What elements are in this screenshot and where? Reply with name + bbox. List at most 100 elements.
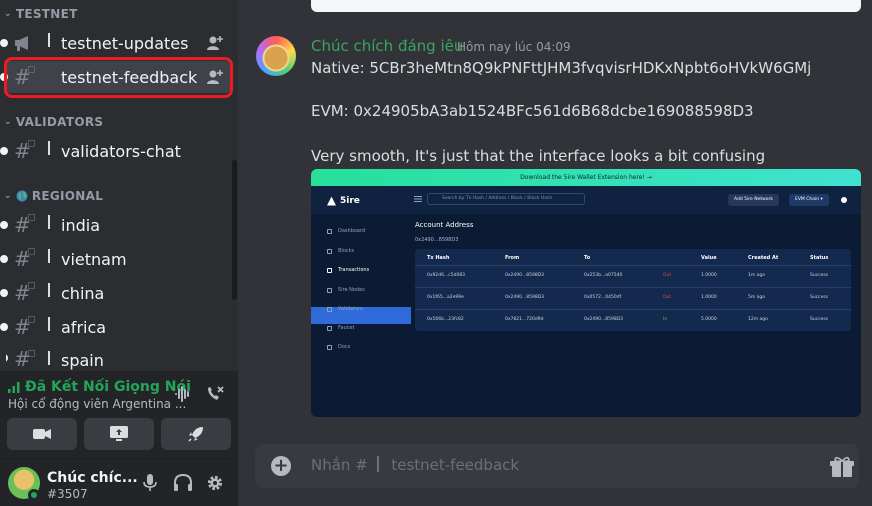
embed-chain-select: EVM Chain ▾ <box>789 194 829 206</box>
message-line-native: Native: 5CBr3heMtn8Q9kPNFttJHM3fvqvisrHD… <box>311 59 812 77</box>
activity-button[interactable] <box>161 418 231 450</box>
divider-bar <box>48 141 50 155</box>
signal-icon <box>8 382 20 393</box>
composer-placeholder[interactable]: Nhắn # testnet-feedback <box>311 456 519 474</box>
screen-share-icon <box>110 426 128 441</box>
chevron-down-icon: ⌄ <box>4 117 12 127</box>
channel-spain[interactable]: # ▢ spain <box>6 345 230 371</box>
add-attachment-icon[interactable]: + <box>271 456 291 476</box>
embed-cell: 12m ago <box>748 317 768 322</box>
thread-icon: ▢ <box>27 281 36 291</box>
embed-cell: 0x1f65...a2e99e <box>427 295 464 300</box>
embed-cell: Out <box>663 273 672 278</box>
embed-cell: Out <box>663 295 672 300</box>
embed-cell: Success <box>810 317 829 322</box>
embed-cell: 1m ago <box>748 273 766 278</box>
red-highlight-annotation <box>4 57 233 98</box>
divider-bar <box>48 351 50 365</box>
channel-india[interactable]: # ▢ india <box>0 209 230 241</box>
embed-cell: 0x566b...23fc82 <box>427 317 464 322</box>
thread-icon: ▢ <box>27 213 36 223</box>
channel-name: validators-chat <box>61 141 181 161</box>
channel-vietnam[interactable]: # ▢ vietnam <box>0 243 230 275</box>
channel-name: india <box>61 215 100 235</box>
sidebar-scrollbar[interactable] <box>232 160 237 300</box>
username[interactable]: Chúc chíc... <box>47 470 138 486</box>
embed-cell: 1.0000 <box>701 273 717 278</box>
previous-embed-image[interactable] <box>311 0 861 12</box>
embed-row-divider <box>415 265 851 266</box>
embed-cell: Success <box>810 273 829 278</box>
divider-bar <box>48 283 50 297</box>
camera-button[interactable] <box>7 418 77 450</box>
noise-suppression-icon[interactable] <box>174 385 192 403</box>
channel-name: china <box>61 283 105 303</box>
embed-cell: 0x0572...0450df <box>584 295 622 300</box>
embed-cell: 5.0000 <box>701 317 717 322</box>
channel-name: testnet-updates <box>61 33 189 53</box>
channel-validators-chat[interactable]: # ▢ validators-chat <box>0 135 230 167</box>
message-composer[interactable]: + Nhắn # testnet-feedback <box>255 444 859 488</box>
embed-nav-item: Faucet <box>327 325 354 331</box>
channel-testnet-updates[interactable]: testnet-updates <box>0 27 230 59</box>
embed-search: Search by Tx Hash / Address / Block / Bl… <box>427 193 585 205</box>
message-line-evm: EVM: 0x24905bA3ab1524BFc561d6B68dcbe1690… <box>311 102 754 120</box>
add-user-icon[interactable] <box>206 34 224 52</box>
category-regional[interactable]: ⌄ REGIONAL <box>4 189 103 203</box>
divider-bar <box>48 33 50 47</box>
screen-share-button[interactable] <box>84 418 154 450</box>
gear-icon[interactable] <box>206 474 224 492</box>
channel-name: vietnam <box>61 249 127 269</box>
embed-row-divider <box>415 309 851 310</box>
disconnect-call-icon[interactable] <box>205 385 225 403</box>
rocket-icon <box>188 427 203 442</box>
embed-sidebar: Dashboard Blocks Transactions 5ire Nodes… <box>311 214 411 417</box>
megaphone-icon <box>15 36 28 51</box>
divider-bar <box>48 317 50 331</box>
message-timestamp: Hôm nay lúc 04:09 <box>457 40 571 54</box>
unread-dot <box>0 255 8 263</box>
user-tag: #3507 <box>47 487 88 501</box>
voice-status[interactable]: Đã Kết Nối Giọng Nói <box>8 379 191 395</box>
embed-col-header: Tx Hash <box>427 255 450 261</box>
divider-bar <box>48 249 50 263</box>
channel-africa[interactable]: # ▢ africa <box>0 311 230 343</box>
user-panel: Chúc chíc... #3507 <box>0 459 238 506</box>
camera-icon <box>33 429 51 439</box>
chevron-down-icon: ⌄ <box>4 191 12 201</box>
embed-cell: 0x2490...8598D3 <box>584 317 624 322</box>
theme-icon <box>841 197 847 203</box>
embed-cell: 5m ago <box>748 295 766 300</box>
unread-dot <box>0 221 8 229</box>
embed-account-address: 0x2490...8598D3 <box>415 237 459 243</box>
microphone-icon[interactable] <box>142 474 158 492</box>
embed-col-header: Created At <box>748 255 779 261</box>
chevron-down-icon: ⌄ <box>4 9 12 19</box>
embed-cell: 0x7821...720d9d <box>505 317 544 322</box>
embed-col-header: Value <box>701 255 717 261</box>
embed-cell: Success <box>810 295 829 300</box>
menu-icon <box>414 196 422 202</box>
embed-transactions-table <box>415 249 851 331</box>
gift-icon[interactable] <box>830 456 854 478</box>
chat-area: Chúc chích đáng iêu Hôm nay lúc 04:09 Na… <box>238 0 872 506</box>
attached-screenshot[interactable]: Download the 5ire Wallet Extension here!… <box>311 169 861 417</box>
headphones-icon[interactable] <box>173 474 193 492</box>
embed-nav-item: 5ire Nodes <box>327 287 365 293</box>
author-avatar[interactable] <box>256 36 296 76</box>
embed-col-header: Status <box>810 255 829 261</box>
channel-name: africa <box>61 317 107 337</box>
message-line-comment: Very smooth, It's just that the interfac… <box>311 147 766 165</box>
unread-dot <box>0 289 8 297</box>
category-testnet[interactable]: ⌄ TESTNET <box>4 7 78 21</box>
message-author[interactable]: Chúc chích đáng iêu <box>311 37 463 55</box>
category-validators[interactable]: ⌄ VALIDATORS <box>4 115 103 129</box>
voice-channel-name[interactable]: Hội cổ động viên Argentina ... <box>8 397 186 411</box>
embed-nav-item: Transactions <box>327 267 369 273</box>
embed-logo: 5ire <box>327 196 360 206</box>
embed-cell: 0x2490...8598D3 <box>505 273 545 278</box>
thread-icon: ▢ <box>27 349 36 359</box>
embed-cell: 1.0000 <box>701 295 717 300</box>
thread-icon: ▢ <box>27 247 36 257</box>
channel-china[interactable]: # ▢ china <box>0 277 230 309</box>
